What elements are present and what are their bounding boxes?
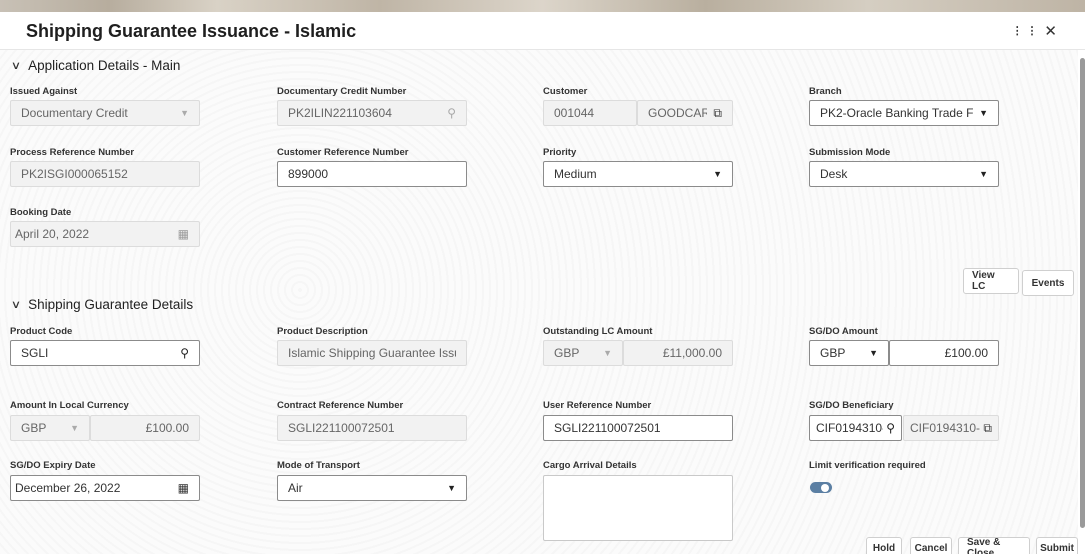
mode-of-transport-select[interactable]: Air ▼ [277,475,467,501]
events-button[interactable]: Events [1022,270,1074,296]
amount-local-currency-label: Amount In Local Currency [10,400,129,411]
calendar-icon[interactable]: ▦ [178,227,189,241]
customer-reference-number-label: Customer Reference Number [277,147,409,158]
search-icon[interactable]: ⚲ [886,421,895,435]
limit-verification-toggle[interactable] [810,482,832,493]
section-title: Application Details - Main [28,58,181,73]
outstanding-lc-amount-label: Outstanding LC Amount [543,326,653,337]
chevron-down-icon: ∨ [10,299,22,311]
amount-local-currency-field: £100.00 [90,415,200,441]
chevron-down-icon: ▼ [447,483,456,493]
issued-against-label: Issued Against [10,86,78,97]
limit-verification-label: Limit verification required [809,460,926,471]
chevron-down-icon: ▼ [70,423,79,433]
chevron-down-icon: ▼ [713,169,722,179]
mode-of-transport-label: Mode of Transport [277,460,360,471]
priority-select[interactable]: Medium ▼ [543,161,733,187]
branch-label: Branch [809,86,842,97]
outstanding-lc-currency-select: GBP ▼ [543,340,623,366]
cargo-arrival-details-textarea[interactable] [543,475,733,541]
customer-name-field[interactable]: GOODCARE ⧉ [637,100,733,126]
sg-do-beneficiary-id-input[interactable]: CIF0194310- ⚲ [809,415,902,441]
product-description-label: Product Description [277,326,368,337]
sg-do-beneficiary-name-field[interactable]: CIF0194310- ⧉ [903,415,999,441]
sg-do-amount-input[interactable]: £100.00 [889,340,999,366]
issued-against-select[interactable]: Documentary Credit ▼ [10,100,200,126]
section-title: Shipping Guarantee Details [28,297,194,312]
collapse-icon[interactable]: ⁝⁝ [1015,23,1045,40]
customer-reference-number-input[interactable]: 899000 [277,161,467,187]
page-title: Shipping Guarantee Issuance - Islamic [26,21,357,41]
customer-id-field[interactable]: 001044 [543,100,637,126]
user-reference-number-label: User Reference Number [543,400,652,411]
customer-label: Customer [543,86,588,97]
form-content: ∨ Application Details - Main Issued Agai… [0,50,1078,554]
cancel-button[interactable]: Cancel [910,537,952,554]
user-reference-number-input[interactable]: SGLI221100072501 [543,415,733,441]
save-close-button[interactable]: Save & Close [958,537,1030,554]
chevron-down-icon: ▼ [979,108,988,118]
toggle-knob [821,483,829,492]
calendar-icon[interactable]: ▦ [178,481,189,495]
chevron-down-icon: ▼ [180,108,189,118]
chevron-down-icon: ▼ [979,169,988,179]
vertical-scrollbar[interactable] [1080,58,1085,528]
local-currency-select: GBP ▼ [10,415,90,441]
process-reference-number-field: PK2ISGI000065152 [10,161,200,187]
sg-do-expiry-date-input[interactable]: December 26, 2022 ▦ [10,475,200,501]
branch-select[interactable]: PK2-Oracle Banking Trade Fina ▼ [809,100,999,126]
product-description-field: Islamic Shipping Guarantee Issuanc [277,340,467,366]
submission-mode-select[interactable]: Desk ▼ [809,161,999,187]
product-code-input[interactable]: SGLI ⚲ [10,340,200,366]
section-shipping-guarantee[interactable]: ∨ Shipping Guarantee Details [10,297,194,312]
close-icon[interactable]: ✕ [1044,23,1067,40]
chevron-down-icon: ▼ [603,348,612,358]
page-header: Shipping Guarantee Issuance - Islamic ⁝⁝… [0,12,1085,50]
sg-do-beneficiary-label: SG/DO Beneficiary [809,400,894,411]
top-banner-strip [0,0,1085,12]
chevron-down-icon: ▼ [869,348,878,358]
documentary-credit-number-label: Documentary Credit Number [277,86,407,97]
booking-date-label: Booking Date [10,207,72,218]
booking-date-field[interactable]: April 20, 2022 ▦ [10,221,200,247]
sg-do-currency-select[interactable]: GBP ▼ [809,340,889,366]
priority-label: Priority [543,147,577,158]
contract-reference-number-field: SGLI221100072501 [277,415,467,441]
beneficiary-details-icon[interactable]: ⧉ [983,421,992,436]
sg-do-expiry-date-label: SG/DO Expiry Date [10,460,96,471]
sg-do-amount-label: SG/DO Amount [809,326,878,337]
hold-button[interactable]: Hold [866,537,902,554]
search-icon[interactable]: ⚲ [447,106,456,120]
documentary-credit-number-field[interactable]: PK2ILIN221103604 ⚲ [277,100,467,126]
customer-details-icon[interactable]: ⧉ [713,106,722,121]
chevron-down-icon: ∨ [10,60,22,72]
section-application-details[interactable]: ∨ Application Details - Main [10,58,181,73]
submission-mode-label: Submission Mode [809,147,891,158]
product-code-label: Product Code [10,326,73,337]
cargo-arrival-details-label: Cargo Arrival Details [543,460,637,471]
outstanding-lc-amount-field: £11,000.00 [623,340,733,366]
contract-reference-number-label: Contract Reference Number [277,400,404,411]
process-reference-number-label: Process Reference Number [10,147,135,158]
view-lc-button[interactable]: View LC [963,268,1019,294]
submit-button[interactable]: Submit [1036,537,1078,554]
search-icon[interactable]: ⚲ [180,346,189,360]
